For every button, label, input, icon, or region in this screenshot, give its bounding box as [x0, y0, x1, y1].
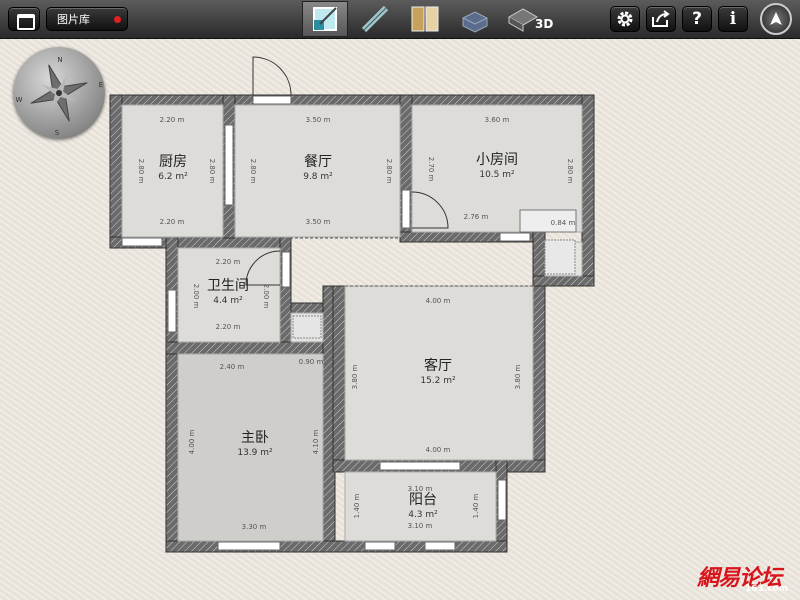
dim-label: 2.20 m — [160, 116, 185, 124]
room-dining-area: 9.8 m² — [303, 172, 333, 182]
room-dining-name: 餐厅 — [304, 154, 332, 170]
dim-label: 2.80 m — [385, 159, 393, 184]
dim-label: 2.40 m — [220, 363, 245, 371]
dim-label: 1.40 m — [472, 494, 480, 519]
dim-label: 2.20 m — [160, 218, 185, 226]
dim-label: 2.80 m — [566, 159, 574, 184]
room-living-name: 客厅 — [424, 357, 452, 374]
dim-label: 3.10 m — [408, 522, 433, 530]
room-balcony-name: 阳台 — [409, 492, 437, 508]
dim-label: 3.30 m — [242, 523, 267, 531]
dim-label: 4.10 m — [312, 430, 320, 455]
dim-label: 3.50 m — [306, 116, 331, 124]
floor-plan[interactable]: 厨房 6.2 m² 餐厅 9.8 m² 小房间 10.5 m² 卫生间 4.4 … — [0, 0, 800, 600]
sink-fixture — [292, 315, 322, 339]
dim-label: 0.90 m — [299, 358, 324, 366]
dim-label: 3.80 m — [351, 365, 359, 390]
room-small-area: 10.5 m² — [479, 170, 515, 180]
dim-label: 2.80 m — [208, 159, 216, 184]
dim-label: 2.00 m — [262, 284, 270, 309]
dim-label: 3.10 m — [408, 485, 433, 493]
room-small-name: 小房间 — [476, 152, 518, 168]
room-master-area: 13.9 m² — [237, 448, 273, 458]
room-bath-area: 4.4 m² — [213, 296, 243, 306]
dim-label: 2.20 m — [216, 258, 241, 266]
dim-label: 3.60 m — [485, 116, 510, 124]
room-kitchen-area: 6.2 m² — [158, 172, 188, 182]
dim-label: 2.00 m — [192, 284, 200, 309]
dim-label: 2.20 m — [216, 323, 241, 331]
dim-label: 4.00 m — [188, 430, 196, 455]
dim-label: 4.00 m — [426, 297, 451, 305]
dim-label: 1.40 m — [353, 494, 361, 519]
dim-label: 3.80 m — [514, 365, 522, 390]
room-living-area: 15.2 m² — [420, 376, 456, 386]
dim-label: 2.70 m — [427, 157, 435, 182]
dim-label: 2.80 m — [137, 159, 145, 184]
dim-label: 2.76 m — [464, 213, 489, 221]
room-bath-name: 卫生间 — [207, 278, 249, 294]
room-kitchen-name: 厨房 — [159, 154, 187, 170]
room-master-name: 主卧 — [241, 430, 269, 446]
dim-label: 3.50 m — [306, 218, 331, 226]
room-balcony-area: 4.3 m² — [408, 510, 438, 520]
dim-label: 4.00 m — [426, 446, 451, 454]
dim-label: 0.84 m — [551, 219, 576, 227]
dim-label: 2.80 m — [249, 159, 257, 184]
watermark-sub: 163.com — [745, 584, 789, 594]
